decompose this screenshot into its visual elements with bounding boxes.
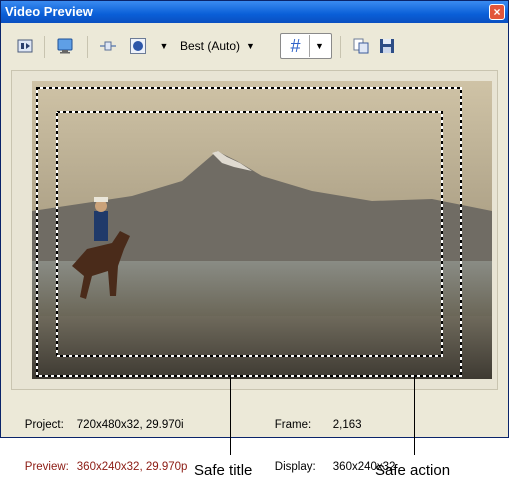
window-title: Video Preview (5, 4, 93, 19)
frame-label: Frame: (274, 419, 312, 431)
toolbar-separator (87, 36, 88, 58)
save-snapshot-icon (379, 38, 395, 54)
display-label: Display: (274, 461, 316, 473)
monitor-button[interactable] (53, 33, 77, 59)
video-preview-area[interactable] (11, 70, 498, 390)
preview-device-icon (17, 38, 33, 54)
overlays-icon (130, 38, 146, 54)
toolbar-separator (340, 36, 341, 58)
save-snapshot-button[interactable] (375, 33, 399, 59)
preview-label: Preview: (24, 461, 69, 473)
preview-device-button[interactable] (14, 33, 36, 59)
toolbar-separator (44, 36, 45, 58)
title-bar[interactable]: Video Preview × (1, 1, 508, 23)
monitor-icon (57, 38, 73, 54)
split-screen-button[interactable] (96, 33, 120, 59)
safe-title-leader-line (230, 375, 231, 455)
frame-value: 2,163 (332, 419, 362, 431)
split-screen-icon (100, 38, 116, 54)
safe-action-callout: Safe action (375, 462, 451, 479)
overlays-dropdown[interactable]: ▼ (150, 33, 178, 59)
project-value: 720x480x32, 29.970i (76, 419, 184, 431)
toolbar: ▼ Best (Auto) ▼ # ▼ (0, 33, 507, 63)
grid-button[interactable]: # ▼ (280, 33, 332, 59)
copy-snapshot-button[interactable] (349, 33, 373, 59)
overlays-button[interactable] (126, 33, 150, 59)
safe-title-callout: Safe title (194, 462, 253, 479)
quality-dropdown[interactable]: Best (Auto) ▼ (180, 33, 275, 59)
status-left: Project: 720x480x32, 29.970i Preview: 360x… (12, 404, 188, 488)
preview-value: 360x240x32, 29.970p (76, 461, 188, 473)
project-label: Project: (24, 419, 64, 431)
chevron-down-icon: ▼ (159, 41, 169, 51)
grid-icon: # (290, 35, 301, 56)
copy-snapshot-icon (353, 38, 369, 54)
beach (32, 316, 492, 379)
safe-action-leader-line (414, 375, 415, 455)
chevron-down-icon: ▼ (315, 41, 324, 51)
quality-label: Best (Auto) (180, 39, 241, 53)
close-button[interactable]: × (489, 4, 505, 20)
chevron-down-icon: ▼ (246, 41, 255, 51)
preview-frame-image (32, 81, 492, 379)
